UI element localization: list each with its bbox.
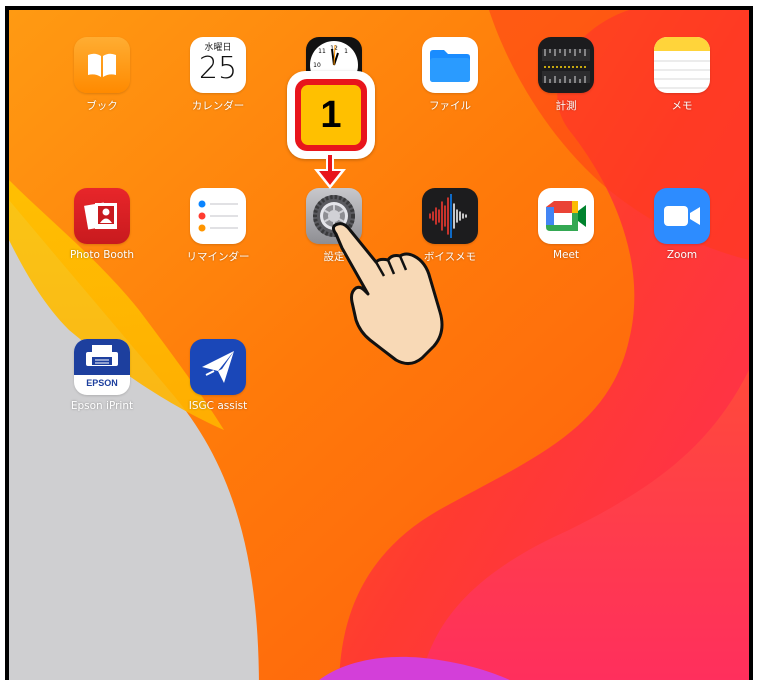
zoom-icon xyxy=(654,188,710,244)
svg-text:1: 1 xyxy=(344,48,348,55)
app-label: メモ xyxy=(671,100,693,112)
epson-brand: EPSON xyxy=(86,378,118,388)
app-label: ブック xyxy=(86,100,118,112)
ruler-icon xyxy=(538,37,594,93)
app-notes[interactable]: メモ xyxy=(627,37,737,117)
app-label: Epson iPrint xyxy=(70,400,134,412)
svg-text:10: 10 xyxy=(313,62,321,69)
app-label: Zoom xyxy=(666,249,698,261)
app-zoom[interactable]: Zoom xyxy=(627,188,737,268)
step-number-badge: 1 xyxy=(287,71,375,159)
app-photo-booth[interactable]: Photo Booth xyxy=(47,188,157,268)
app-measure[interactable]: 計測 xyxy=(511,37,621,117)
photo-booth-icon xyxy=(74,188,130,244)
app-meet[interactable]: Meet xyxy=(511,188,621,268)
app-epson-iprint[interactable]: EPSON Epson iPrint xyxy=(47,339,157,419)
calendar-icon: 水曜日 25 xyxy=(190,37,246,93)
svg-text:11: 11 xyxy=(318,48,326,55)
step-number-border: 1 xyxy=(295,79,367,151)
arrow-down-icon xyxy=(314,155,346,189)
book-icon xyxy=(74,37,130,93)
app-label: カレンダー xyxy=(191,100,245,112)
app-books[interactable]: ブック xyxy=(47,37,157,117)
app-label: リマインダー xyxy=(186,251,250,263)
app-isgc-assist[interactable]: ISGC assist xyxy=(163,339,273,419)
app-files[interactable]: ファイル xyxy=(395,37,505,117)
folder-icon xyxy=(422,37,478,93)
epson-printer-icon: EPSON xyxy=(74,339,130,395)
step-number: 1 xyxy=(301,85,361,145)
app-label: ISGC assist xyxy=(188,400,248,412)
app-label: Meet xyxy=(552,249,580,261)
app-label: Photo Booth xyxy=(69,249,135,261)
app-reminders[interactable]: リマインダー xyxy=(163,188,273,268)
pointing-hand-icon xyxy=(331,222,444,365)
notes-icon xyxy=(654,37,710,93)
meet-icon xyxy=(538,188,594,244)
app-label: 計測 xyxy=(555,100,577,112)
app-calendar[interactable]: 水曜日 25 カレンダー xyxy=(163,37,273,117)
calendar-date: 25 xyxy=(198,51,238,86)
reminders-icon xyxy=(190,188,246,244)
app-label: ファイル xyxy=(429,100,471,112)
isgc-plane-icon xyxy=(190,339,246,395)
